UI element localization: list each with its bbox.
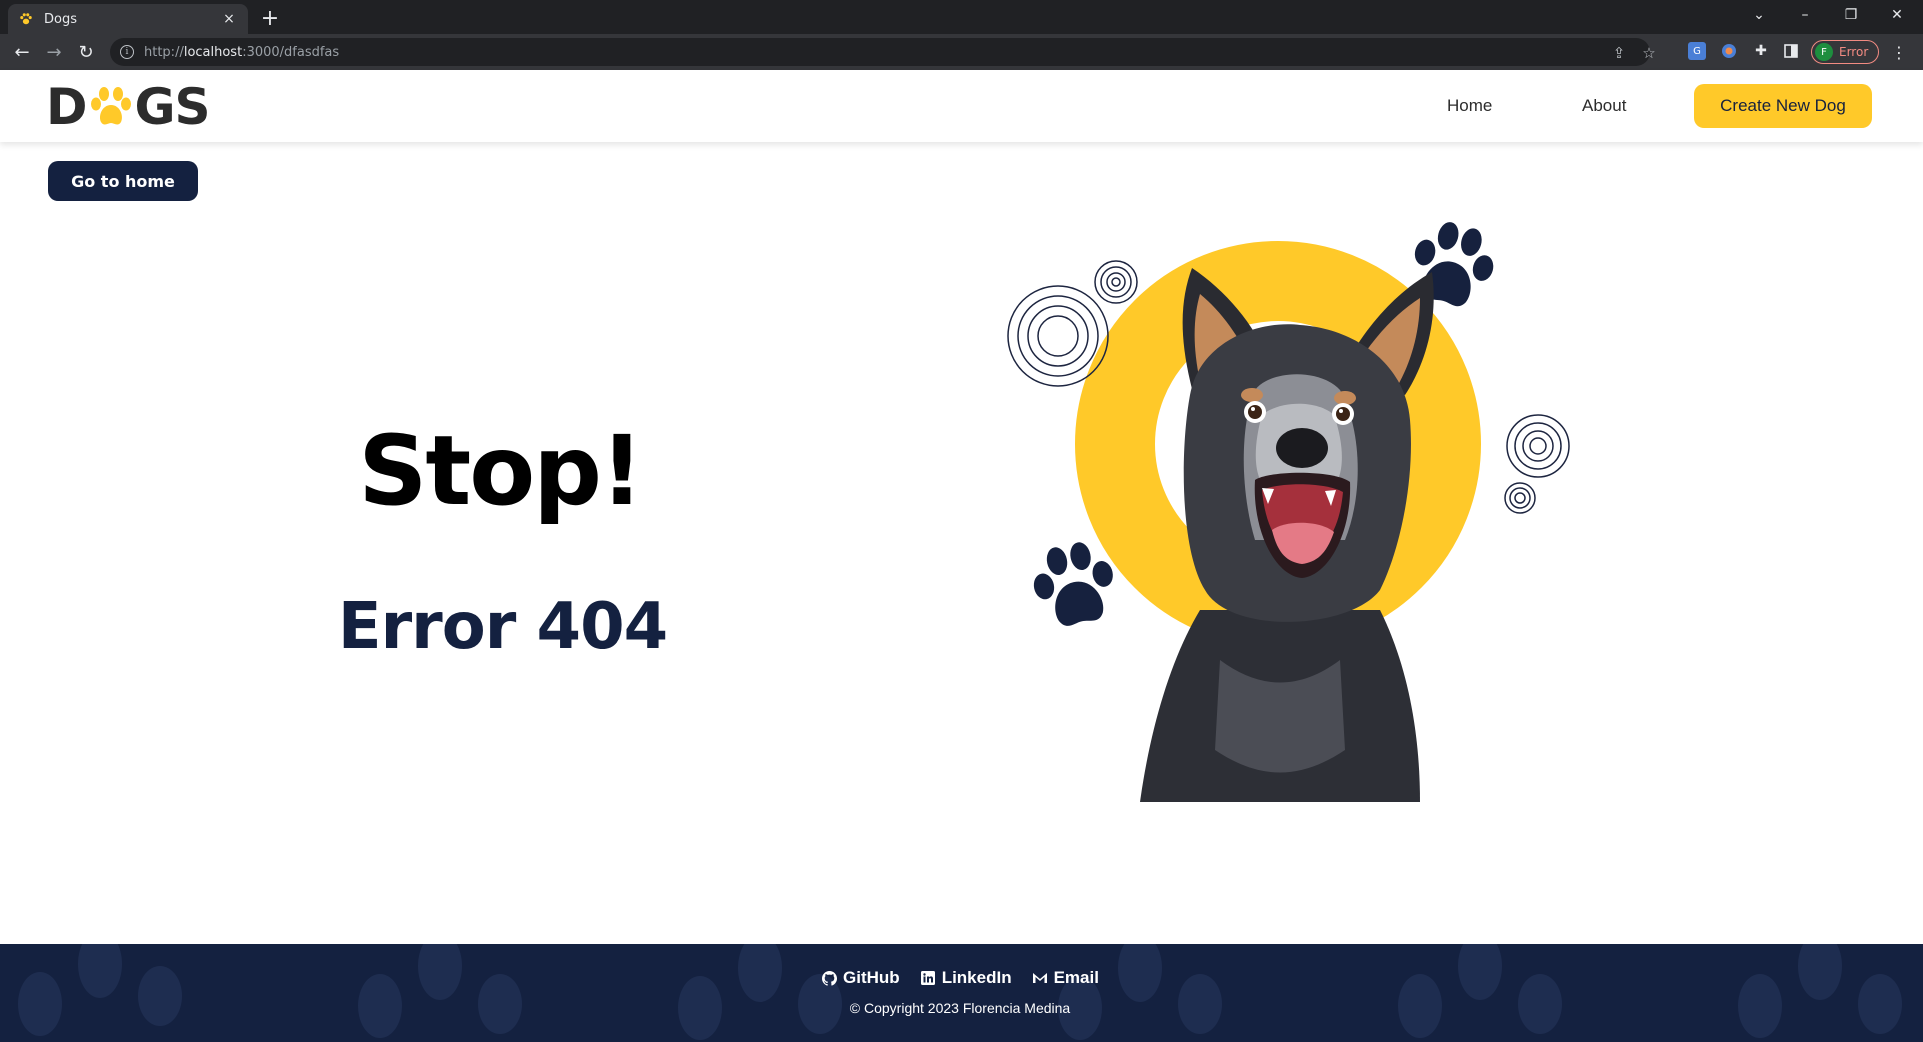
close-icon[interactable]: × bbox=[220, 10, 238, 28]
page: D GS Home About Create New Dog Go to hom… bbox=[0, 70, 1923, 1042]
github-icon bbox=[821, 970, 837, 986]
back-icon[interactable]: ← bbox=[10, 40, 34, 64]
info-icon[interactable]: i bbox=[120, 45, 134, 59]
translate-icon[interactable]: G bbox=[1688, 42, 1706, 60]
logo-letter-d: D bbox=[46, 78, 88, 136]
browser-toolbar: ← → ↻ i http://localhost:3000/dfasdfas ⇪… bbox=[0, 34, 1923, 70]
profile-status: Error bbox=[1839, 45, 1869, 59]
minimize-icon[interactable]: – bbox=[1782, 0, 1828, 30]
menu-icon[interactable]: ⋮ bbox=[1890, 42, 1908, 62]
go-home-button[interactable]: Go to home bbox=[48, 161, 198, 201]
extension-icon[interactable] bbox=[1720, 42, 1738, 60]
browser-tab-bar: Dogs × + ⌄ – ❐ ✕ bbox=[0, 0, 1923, 34]
nav-about-link[interactable]: About bbox=[1582, 96, 1626, 116]
ring-deco-right-small bbox=[1504, 482, 1536, 514]
address-bar[interactable]: i http://localhost:3000/dfasdfas ⇪ ☆ bbox=[110, 38, 1656, 66]
nav-home-link[interactable]: Home bbox=[1447, 96, 1492, 116]
paw-pattern-background bbox=[18, 944, 1902, 1040]
email-link[interactable]: Email bbox=[1032, 968, 1099, 988]
logo-letters-gs: GS bbox=[134, 78, 211, 136]
tab-title: Dogs bbox=[44, 11, 77, 27]
sidepanel-icon[interactable] bbox=[1782, 42, 1800, 60]
email-label: Email bbox=[1053, 968, 1099, 987]
paw-icon bbox=[90, 87, 131, 125]
linkedin-label: LinkedIn bbox=[941, 968, 1012, 987]
linkedin-link[interactable]: LinkedIn bbox=[920, 968, 1012, 988]
error-code: Error 404 bbox=[337, 590, 668, 664]
stop-headline: Stop! bbox=[358, 415, 643, 527]
tab-search-icon[interactable]: ⌄ bbox=[1736, 0, 1782, 30]
restore-icon[interactable]: ❐ bbox=[1828, 0, 1874, 30]
ring-deco-small-top bbox=[1094, 260, 1138, 304]
dog-illustration bbox=[1007, 222, 1570, 802]
linkedin-icon bbox=[920, 970, 936, 986]
site-header: D GS Home About Create New Dog bbox=[0, 70, 1923, 142]
profile-button[interactable]: F Error bbox=[1811, 40, 1879, 64]
copyright-text: © Copyright 2023 Florencia Medina bbox=[849, 1000, 1071, 1016]
forward-icon[interactable]: → bbox=[42, 40, 66, 64]
footer-links: GitHub LinkedIn Email bbox=[0, 968, 1920, 988]
window-close-icon[interactable]: ✕ bbox=[1874, 0, 1920, 30]
site-footer: GitHub LinkedIn Email © Copyright 2023 F… bbox=[0, 944, 1923, 1042]
paw-icon bbox=[18, 11, 34, 27]
share-icon[interactable]: ⇪ bbox=[1610, 44, 1628, 62]
ring-deco-large bbox=[1007, 285, 1109, 387]
github-link[interactable]: GitHub bbox=[821, 968, 900, 988]
plus-icon[interactable]: + bbox=[256, 4, 284, 32]
logo[interactable]: D GS bbox=[46, 78, 211, 136]
github-label: GitHub bbox=[843, 968, 900, 987]
browser-tab[interactable]: Dogs × bbox=[8, 4, 248, 34]
create-new-dog-button[interactable]: Create New Dog bbox=[1694, 84, 1872, 128]
star-icon[interactable]: ☆ bbox=[1640, 44, 1658, 62]
reload-icon[interactable]: ↻ bbox=[74, 40, 98, 64]
ring-deco-right bbox=[1506, 414, 1570, 478]
email-icon bbox=[1032, 970, 1048, 986]
avatar: F bbox=[1815, 43, 1833, 61]
url-text: http://localhost:3000/dfasdfas bbox=[144, 44, 340, 60]
puzzle-icon[interactable]: ✚ bbox=[1752, 42, 1770, 60]
